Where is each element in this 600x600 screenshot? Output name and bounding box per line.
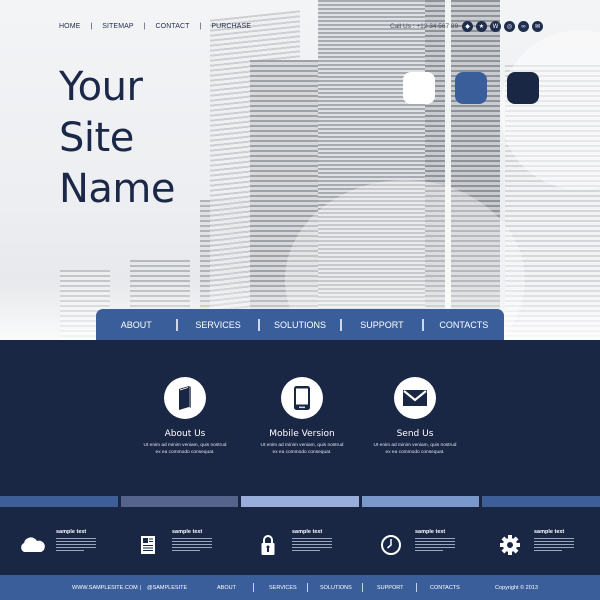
swatch-white[interactable] bbox=[403, 72, 435, 104]
main-nav-services[interactable]: SERVICES bbox=[178, 320, 258, 330]
top-nav-contact[interactable]: CONTACT bbox=[156, 23, 190, 30]
divider: | bbox=[140, 585, 142, 591]
service-about[interactable]: About Us Ut enim ad minim veniam, quis n… bbox=[120, 377, 250, 456]
strip-segment bbox=[120, 496, 239, 507]
swatch-navy[interactable] bbox=[507, 72, 539, 104]
services-section: About Us Ut enim ad minim veniam, quis n… bbox=[0, 340, 600, 495]
service-description: Ut enim ad minim veniam, quis nostrud ex… bbox=[237, 443, 367, 456]
bag-icon[interactable]: ◆ bbox=[462, 21, 473, 32]
strip-segment bbox=[361, 496, 480, 507]
document-icon bbox=[134, 533, 162, 557]
top-nav-sitemap[interactable]: SITEMAP bbox=[102, 23, 133, 30]
main-nav-support[interactable]: SUPPORT bbox=[342, 320, 422, 330]
top-nav-home[interactable]: HOME bbox=[59, 23, 80, 30]
divider bbox=[416, 583, 417, 592]
service-description: Ut enim ad minim veniam, quis nostrud ex… bbox=[350, 443, 480, 456]
service-send[interactable]: Send Us Ut enim ad minim veniam, quis no… bbox=[350, 377, 480, 456]
main-nav: ABOUT SERVICES SOLUTIONS SUPPORT CONTACT… bbox=[96, 309, 504, 340]
feature-title: sample text bbox=[292, 529, 323, 535]
service-title: Send Us bbox=[396, 429, 434, 439]
star-icon[interactable]: ★ bbox=[476, 21, 487, 32]
footer-handle-link[interactable]: @SAMPLESITE bbox=[147, 585, 187, 591]
feature-item[interactable]: sample text bbox=[254, 527, 374, 567]
site-name-line: Your bbox=[59, 64, 143, 110]
top-nav: HOME | SITEMAP | CONTACT | PURCHASE bbox=[59, 23, 251, 30]
feature-text bbox=[534, 538, 574, 553]
feature-item[interactable]: sample text bbox=[134, 527, 254, 567]
feature-text bbox=[415, 538, 455, 553]
feature-title: sample text bbox=[415, 529, 446, 535]
site-name: Your Site Name bbox=[59, 62, 176, 215]
book-icon bbox=[164, 377, 206, 419]
divider bbox=[362, 583, 363, 592]
feature-item[interactable]: sample text bbox=[377, 527, 497, 567]
divider: | bbox=[90, 23, 93, 30]
color-swatches bbox=[403, 72, 539, 104]
main-nav-about[interactable]: ABOUT bbox=[96, 320, 176, 330]
cloud-icon bbox=[18, 533, 46, 557]
feature-item[interactable]: sample text bbox=[18, 527, 138, 567]
clock-icon bbox=[377, 533, 405, 557]
footer-nav-contacts[interactable]: CONTACTS bbox=[430, 585, 460, 591]
share-icon[interactable]: ◎ bbox=[504, 21, 515, 32]
tablet-icon bbox=[281, 377, 323, 419]
feature-title: sample text bbox=[534, 529, 565, 535]
strip-segment bbox=[482, 496, 600, 507]
divider: | bbox=[199, 23, 202, 30]
site-name-line: Name bbox=[59, 166, 176, 212]
color-strip bbox=[0, 496, 600, 507]
footer-nav-about[interactable]: ABOUT bbox=[217, 585, 236, 591]
feature-item[interactable]: sample text bbox=[496, 527, 600, 567]
feature-title: sample text bbox=[56, 529, 87, 535]
service-description: Ut enim ad minim veniam, quis nostrud ex… bbox=[120, 443, 250, 456]
strip-segment bbox=[241, 496, 359, 507]
contact-phone: Call Us : +12 34 567 89 bbox=[390, 23, 459, 30]
swatch-blue[interactable] bbox=[455, 72, 487, 104]
mail-icon[interactable]: ✉ bbox=[532, 21, 543, 32]
divider: | bbox=[143, 23, 146, 30]
feature-text bbox=[56, 538, 96, 553]
divider bbox=[307, 583, 308, 592]
desc-line: ex ea commodo consequat. bbox=[385, 449, 445, 455]
footer-website-link[interactable]: WWW.SAMPLESITE.COM bbox=[72, 585, 138, 591]
footer-nav-support[interactable]: SUPPORT bbox=[377, 585, 404, 591]
desc-line: ex ea commodo consequat. bbox=[155, 449, 215, 455]
gear-icon bbox=[496, 533, 524, 557]
service-title: Mobile Version bbox=[269, 429, 335, 439]
feature-text bbox=[292, 538, 332, 553]
desc-line: ex ea commodo consequat. bbox=[272, 449, 332, 455]
feature-title: sample text bbox=[172, 529, 203, 535]
footer-nav-solutions[interactable]: SOLUTIONS bbox=[320, 585, 352, 591]
main-nav-solutions[interactable]: SOLUTIONS bbox=[260, 320, 340, 330]
cs-icon[interactable]: ∞ bbox=[518, 21, 529, 32]
service-title: About Us bbox=[164, 429, 206, 439]
main-nav-contacts[interactable]: CONTACTS bbox=[424, 320, 504, 330]
w-icon[interactable]: W bbox=[490, 21, 501, 32]
hero-banner: HOME | SITEMAP | CONTACT | PURCHASE Call… bbox=[0, 0, 600, 340]
features-section: sample text sample text sample text samp… bbox=[0, 507, 600, 575]
strip-segment bbox=[0, 496, 118, 507]
social-icons: ◆ ★ W ◎ ∞ ✉ bbox=[462, 21, 543, 32]
service-mobile[interactable]: Mobile Version Ut enim ad minim veniam, … bbox=[237, 377, 367, 456]
divider bbox=[253, 583, 254, 592]
site-name-line: Site bbox=[59, 115, 134, 161]
feature-text bbox=[172, 538, 212, 553]
footer-nav-services[interactable]: SERVICES bbox=[269, 585, 297, 591]
lock-icon bbox=[254, 533, 282, 557]
copyright: Copyright © 2013 bbox=[495, 585, 538, 591]
footer: WWW.SAMPLESITE.COM | @SAMPLESITE ABOUT S… bbox=[0, 575, 600, 600]
top-nav-purchase[interactable]: PURCHASE bbox=[211, 23, 251, 30]
envelope-icon bbox=[394, 377, 436, 419]
